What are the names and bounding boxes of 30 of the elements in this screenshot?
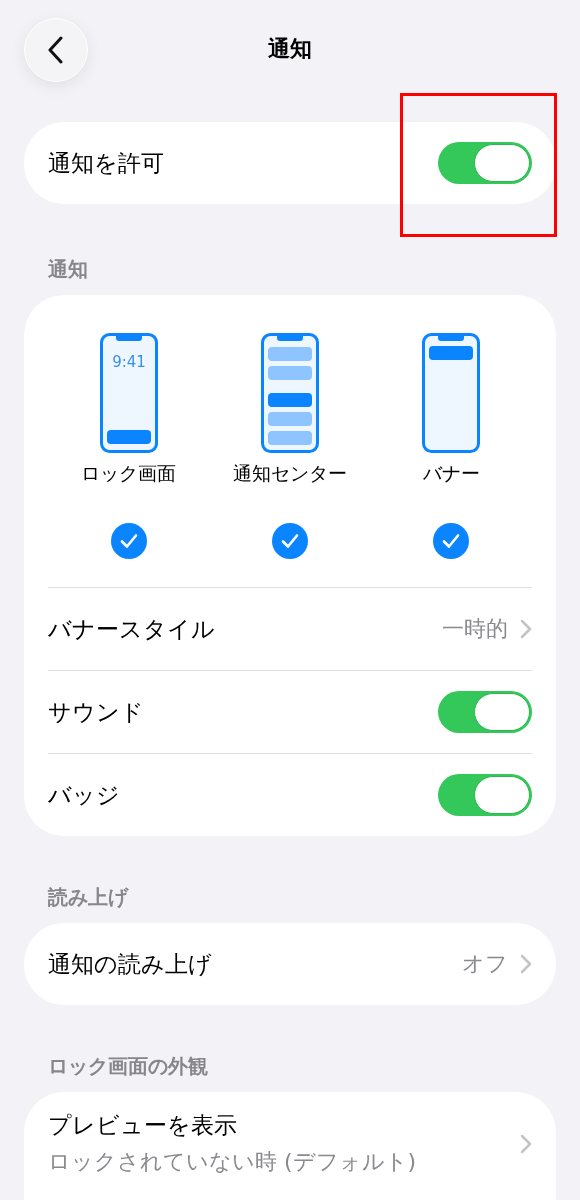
checkbox[interactable]: [272, 523, 308, 559]
row-label: バッジ: [48, 780, 121, 810]
phone-icon: [261, 333, 319, 453]
row-label: 通知の読み上げ: [48, 949, 213, 979]
toggle-switch[interactable]: [438, 142, 532, 184]
chevron-icon: [520, 1133, 532, 1154]
style-label: バナー: [422, 461, 480, 486]
row-value: 一時的: [442, 615, 508, 643]
checkbox[interactable]: [433, 523, 470, 559]
row-label: バナースタイル: [48, 614, 216, 644]
style-label: ロック画面: [81, 461, 177, 486]
phone-icon: [99, 333, 158, 453]
back-icon: [48, 36, 64, 64]
style-label: 通知センター: [233, 461, 347, 486]
checkbox[interactable]: [110, 523, 147, 559]
row-label: 通知を許可: [48, 148, 165, 178]
nav-title: 通知: [268, 36, 312, 61]
section-header: 通知: [48, 257, 88, 281]
phone-icon: [422, 333, 481, 453]
chevron-icon: [520, 619, 532, 639]
section-header: 読み上げ: [48, 885, 128, 909]
section-header: ロック画面の外観: [48, 1054, 208, 1078]
row-subtitle: ロックされていない時 (デフォルト): [48, 1148, 418, 1176]
clock-text: 9:41: [111, 353, 146, 371]
row-label: プレビューを表示: [48, 1111, 238, 1140]
toggle-switch[interactable]: [438, 774, 532, 816]
chevron-icon: [520, 954, 532, 974]
row-value: オフ: [462, 950, 508, 978]
toggle-switch[interactable]: [438, 691, 532, 733]
row-label: サウンド: [48, 697, 145, 727]
